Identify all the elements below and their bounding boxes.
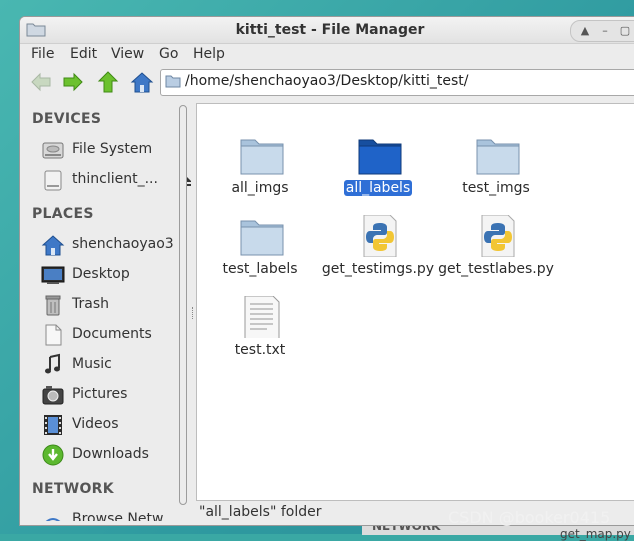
- downloads-icon: [42, 444, 64, 466]
- forward-arrow-icon[interactable]: [61, 70, 85, 94]
- sidebar-item-documents[interactable]: Documents: [41, 322, 186, 348]
- menu-view[interactable]: View: [111, 46, 144, 62]
- selected-file-name: all_labels: [343, 180, 413, 196]
- file-name: get_testlabes.py: [438, 261, 554, 277]
- home-icon: [41, 235, 65, 256]
- sidebar-item-downloads[interactable]: Downloads: [41, 442, 186, 468]
- folder-icon: [358, 139, 402, 175]
- pictures-icon: [42, 386, 64, 405]
- sidebar-item-pictures[interactable]: Pictures: [41, 382, 186, 408]
- harddisk-icon: [42, 142, 64, 159]
- folder-icon: [240, 139, 284, 175]
- file-view[interactable]: all_imgs all_labels test_imgs test_label…: [196, 103, 634, 501]
- folder-icon: [240, 220, 284, 256]
- watermark: CSDN @booker0415: [448, 508, 611, 527]
- menu-bar: File Edit View Go Help: [20, 43, 634, 65]
- file-item-test-labels[interactable]: test_labels: [201, 215, 319, 295]
- desktop-icon: [41, 266, 65, 284]
- sidebar-item-file-system[interactable]: File System: [41, 137, 186, 163]
- sidebar-item-videos[interactable]: Videos: [41, 412, 186, 438]
- sidebar: DEVICES File System thinclient_... PLACE…: [21, 101, 191, 521]
- file-item-all-labels[interactable]: all_labels: [319, 134, 437, 214]
- background-file-label: get_map.py: [560, 527, 631, 541]
- sidebar-item-label: Music: [72, 356, 112, 372]
- music-icon: [45, 353, 60, 374]
- sidebar-item-label: File System: [72, 141, 153, 157]
- file-name: test_imgs: [462, 180, 530, 196]
- title-bar[interactable]: kitti_test - File Manager ▲ – ▢: [20, 17, 634, 44]
- minimize-icon[interactable]: –: [597, 23, 613, 39]
- menu-edit[interactable]: Edit: [70, 46, 97, 62]
- network-header: NETWORK: [32, 481, 114, 497]
- file-name: all_imgs: [231, 180, 289, 196]
- sidebar-item-music[interactable]: Music: [41, 352, 186, 378]
- trash-icon: [45, 295, 61, 316]
- documents-icon: [45, 324, 62, 346]
- home-icon[interactable]: [130, 70, 154, 94]
- file-manager-window: kitti_test - File Manager ▲ – ▢ File Edi…: [19, 16, 634, 526]
- sidebar-item-label: Desktop: [72, 266, 130, 282]
- sidebar-item-label: Browse Netw: [72, 511, 164, 521]
- network-icon: [45, 518, 61, 521]
- file-item-test-imgs[interactable]: test_imgs: [437, 134, 555, 214]
- devices-header: DEVICES: [32, 111, 102, 127]
- sidebar-item-browse-network[interactable]: Browse Netw: [41, 507, 186, 521]
- sidebar-item-home[interactable]: shenchaoyao3: [41, 232, 186, 258]
- file-item-get-testlabes[interactable]: get_testlabes.py: [437, 215, 555, 295]
- file-name: get_testimgs.py: [321, 261, 435, 277]
- file-item-test-txt[interactable]: test.txt: [201, 296, 319, 376]
- sidebar-item-label: shenchaoyao3: [72, 236, 174, 252]
- maximize-icon[interactable]: ▢: [617, 23, 633, 39]
- folder-icon: [165, 75, 181, 88]
- menu-go[interactable]: Go: [159, 46, 178, 62]
- menu-file[interactable]: File: [31, 46, 54, 62]
- file-name: test.txt: [234, 342, 286, 358]
- sidebar-item-label: Documents: [72, 326, 152, 342]
- python-file-icon: [363, 215, 397, 257]
- window-controls: ▲ – ▢: [570, 20, 634, 42]
- sidebar-item-label: Pictures: [72, 386, 128, 402]
- back-arrow-icon[interactable]: [29, 70, 53, 94]
- videos-icon: [44, 415, 62, 435]
- file-name: test_labels: [222, 261, 298, 277]
- drive-icon: [44, 170, 62, 191]
- shade-up-icon[interactable]: ▲: [577, 23, 593, 39]
- folder-icon: [476, 139, 520, 175]
- text-file-icon: [244, 296, 280, 338]
- sidebar-item-thinclient[interactable]: thinclient_...: [41, 167, 191, 193]
- places-header: PLACES: [32, 206, 94, 222]
- sidebar-item-trash[interactable]: Trash: [41, 292, 186, 318]
- up-arrow-icon[interactable]: [96, 70, 120, 94]
- sidebar-item-label: Videos: [72, 416, 119, 432]
- file-item-all-imgs[interactable]: all_imgs: [201, 134, 319, 214]
- sidebar-scrollbar-thumb[interactable]: [179, 105, 187, 505]
- sidebar-item-label: Trash: [72, 296, 109, 312]
- file-name-selected: all_labels: [319, 180, 437, 196]
- menu-help[interactable]: Help: [193, 46, 225, 62]
- file-item-get-testimgs[interactable]: get_testimgs.py: [319, 215, 437, 295]
- sidebar-item-label: thinclient_...: [72, 171, 158, 187]
- sidebar-item-desktop[interactable]: Desktop: [41, 262, 186, 288]
- status-text: "all_labels" folder: [199, 504, 322, 520]
- sidebar-item-label: Downloads: [72, 446, 149, 462]
- location-path: /home/shenchaoyao3/Desktop/kitti_test/: [185, 73, 469, 89]
- window-title: kitti_test - File Manager: [235, 22, 425, 38]
- location-bar[interactable]: /home/shenchaoyao3/Desktop/kitti_test/: [160, 69, 634, 96]
- python-file-icon: [481, 215, 515, 257]
